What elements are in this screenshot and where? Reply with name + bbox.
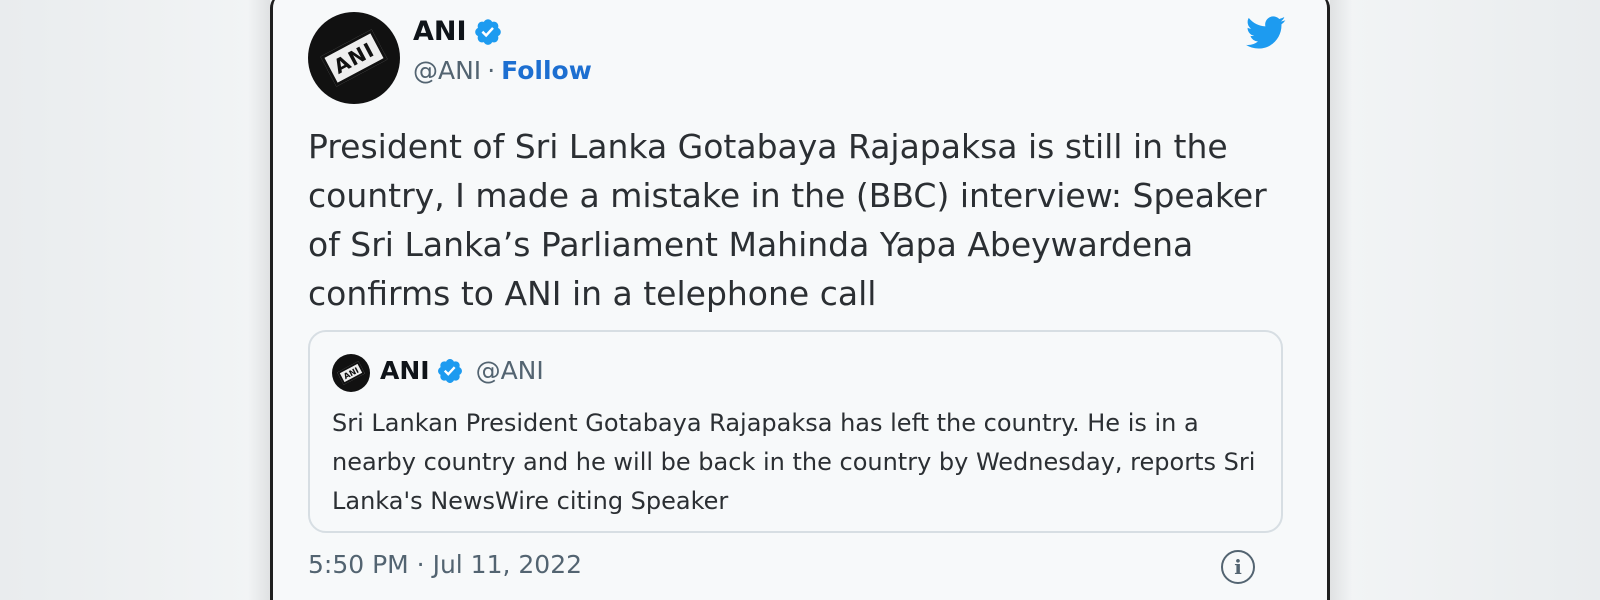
info-icon[interactable]: i — [1221, 550, 1255, 584]
author-handle-row: @ANI · Follow — [413, 56, 592, 85]
tweet-body-text: President of Sri Lanka Gotabaya Rajapaks… — [308, 127, 1267, 313]
verified-badge-icon — [474, 18, 501, 45]
quoted-author-row: ANI @ANI — [380, 356, 544, 385]
quoted-tweet-card[interactable]: ANI ANI @ANI Sri Lankan President Gotaba… — [308, 330, 1283, 533]
left-shadow — [248, 0, 270, 600]
author-name-row: ANI — [413, 16, 503, 47]
author-avatar[interactable]: ANI — [308, 12, 400, 104]
tweet-timestamp[interactable]: 5:50 PM · Jul 11, 2022 — [308, 550, 582, 579]
follow-link[interactable]: Follow — [501, 56, 592, 85]
twitter-bird-icon[interactable] — [1243, 12, 1289, 52]
quoted-author-display-name: ANI — [380, 356, 430, 385]
quoted-tweet-text: Sri Lankan President Gotabaya Rajapaksa … — [332, 409, 1256, 515]
separator-dot: · — [487, 56, 496, 85]
ani-logo: ANI — [320, 29, 388, 87]
right-shadow — [1330, 0, 1352, 600]
verified-badge-icon — [437, 358, 462, 383]
quoted-author-handle: @ANI — [475, 356, 544, 385]
quoted-ani-logo: ANI — [337, 361, 365, 385]
author-display-name[interactable]: ANI — [413, 16, 467, 47]
quoted-author-avatar[interactable]: ANI — [332, 354, 370, 392]
author-handle[interactable]: @ANI — [413, 56, 481, 85]
tweet-embed-card[interactable]: ANI ANI @ANI · Follow President of Sri Lan… — [270, 0, 1330, 600]
